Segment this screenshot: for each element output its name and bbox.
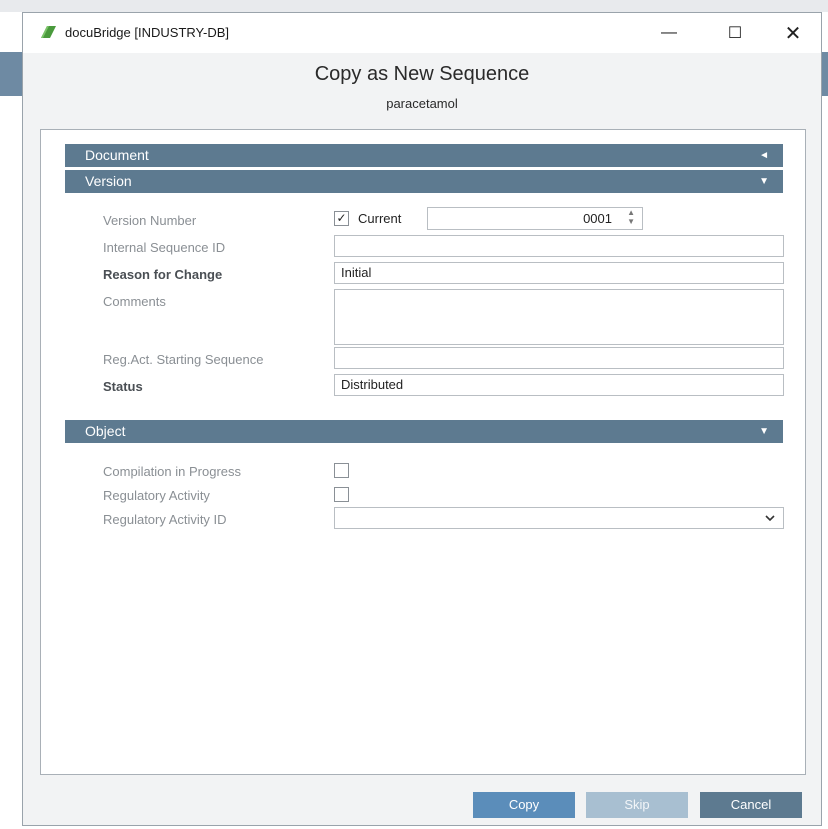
form-panel: Document ◄ Version ▼ Version Number ✓ Cu… [40, 129, 806, 775]
copy-button[interactable]: Copy [473, 792, 575, 818]
dialog-subtitle: paracetamol [386, 96, 458, 111]
section-document-header[interactable]: Document ◄ [65, 144, 783, 167]
internal-sequence-id-field[interactable] [334, 235, 784, 257]
regulatory-activity-label: Regulatory Activity [103, 488, 210, 503]
regulatory-activity-checkbox[interactable] [334, 487, 349, 502]
current-label: Current [358, 211, 402, 226]
minimize-button[interactable]: — [647, 17, 691, 49]
docubridge-logo-icon [41, 26, 56, 38]
section-document-label: Document [85, 147, 149, 163]
expanded-arrow-icon: ▼ [759, 426, 769, 437]
section-object-label: Object [85, 423, 126, 439]
dialog-window: docuBridge [INDUSTRY-DB] — ☐ ✕ Copy as N… [22, 12, 822, 826]
window-title: docuBridge [INDUSTRY-DB] [65, 25, 230, 40]
maximize-button[interactable]: ☐ [713, 17, 757, 49]
expanded-arrow-icon: ▼ [759, 176, 769, 187]
comments-label: Comments [103, 294, 166, 309]
reg-act-starting-sequence-field[interactable] [334, 347, 784, 369]
compilation-in-progress-checkbox[interactable] [334, 463, 349, 478]
cancel-button[interactable]: Cancel [700, 792, 802, 818]
background-app-top [0, 0, 828, 12]
collapsed-arrow-icon: ◄ [759, 150, 769, 161]
section-version-header[interactable]: Version ▼ [65, 170, 783, 193]
section-version-label: Version [85, 173, 132, 189]
spinner-arrows-icon[interactable]: ▲ ▼ [627, 208, 635, 226]
dialog-title: Copy as New Sequence [314, 63, 530, 85]
version-number-value: 0001 [583, 211, 612, 226]
internal-sequence-id-label: Internal Sequence ID [103, 240, 226, 255]
compilation-in-progress-label: Compilation in Progress [103, 464, 242, 479]
chevron-down-icon [765, 515, 775, 522]
comments-field[interactable] [334, 289, 784, 345]
reason-for-change-field[interactable]: Initial [334, 262, 784, 284]
reg-act-starting-sequence-label: Reg.Act. Starting Sequence [103, 352, 264, 367]
current-checkbox[interactable]: ✓ [334, 211, 349, 226]
close-button[interactable]: ✕ [771, 17, 815, 49]
regulatory-activity-id-label: Regulatory Activity ID [103, 512, 227, 527]
reason-for-change-label: Reason for Change [103, 267, 223, 282]
regulatory-activity-id-select[interactable] [334, 507, 784, 529]
version-number-stepper[interactable]: 0001 ▲ ▼ [427, 207, 643, 230]
status-label: Status [103, 379, 143, 394]
status-field[interactable]: Distributed [334, 374, 784, 396]
skip-button[interactable]: Skip [586, 792, 688, 818]
version-number-label: Version Number [103, 213, 197, 228]
section-object-header[interactable]: Object ▼ [65, 420, 783, 443]
title-bar[interactable]: docuBridge [INDUSTRY-DB] — ☐ ✕ [23, 13, 821, 53]
